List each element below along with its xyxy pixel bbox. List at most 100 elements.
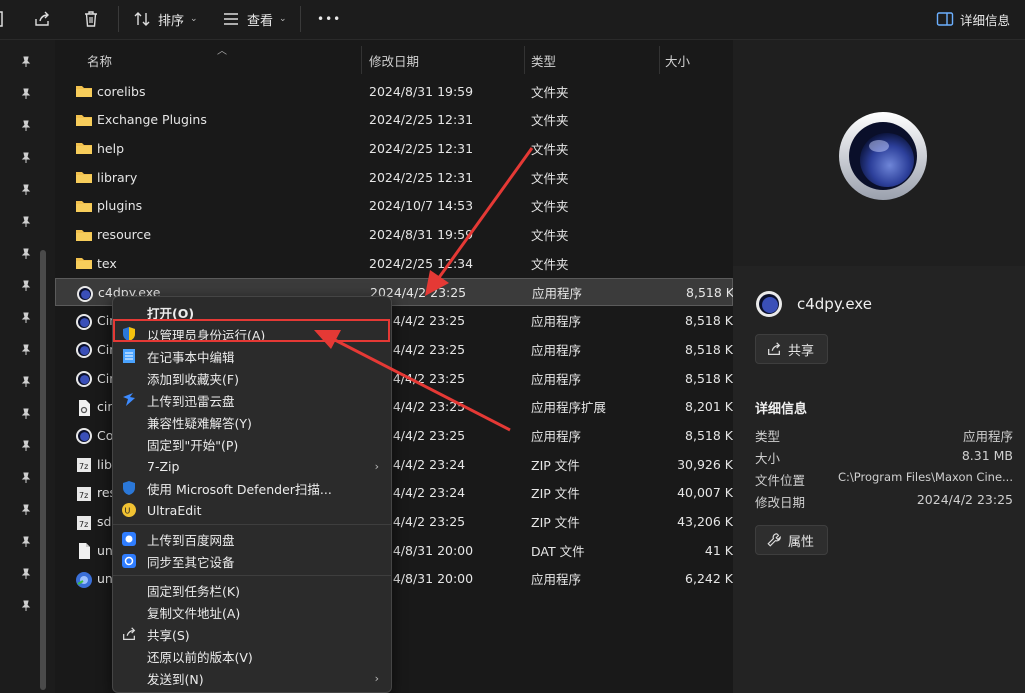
toolbar-divider bbox=[300, 6, 301, 32]
column-divider[interactable] bbox=[659, 46, 660, 74]
new-icon[interactable] bbox=[0, 8, 6, 30]
details-pane-icon bbox=[936, 12, 954, 26]
context-menu-item[interactable]: 固定到"开始"(P) bbox=[113, 433, 391, 455]
prop-value-location: C:\Program Files\Maxon Cine... bbox=[837, 470, 1013, 484]
file-preview bbox=[733, 40, 1025, 266]
pin-icon[interactable] bbox=[20, 376, 34, 390]
pin-icon[interactable] bbox=[20, 600, 34, 614]
column-header-name[interactable]: 名称 bbox=[87, 46, 112, 74]
file-size bbox=[656, 77, 733, 105]
file-size bbox=[656, 106, 733, 134]
pin-icon[interactable] bbox=[20, 216, 34, 230]
context-menu-label: 复制文件地址(A) bbox=[147, 605, 241, 621]
file-row[interactable]: tex 2024/2/25 12:34 文件夹 bbox=[55, 249, 733, 277]
context-menu-label: 在记事本中编辑 bbox=[147, 349, 235, 365]
pin-icon[interactable] bbox=[20, 344, 34, 358]
details-pane-toggle[interactable]: 详细信息 bbox=[936, 8, 1010, 30]
annotation-highlight-box bbox=[113, 319, 390, 342]
prop-label-location: 文件位置 bbox=[755, 473, 806, 488]
column-header-date[interactable]: 修改日期 bbox=[369, 46, 419, 74]
pin-icon[interactable] bbox=[20, 440, 34, 454]
context-menu-item[interactable]: 共享(S) bbox=[113, 623, 391, 645]
file-icon bbox=[75, 542, 93, 560]
pin-icon[interactable] bbox=[20, 536, 34, 550]
file-row[interactable]: corelibs 2024/8/31 19:59 文件夹 bbox=[55, 77, 733, 105]
share-toolbar-button[interactable] bbox=[33, 8, 51, 30]
pin-icon[interactable] bbox=[20, 152, 34, 166]
prop-label-modified: 修改日期 bbox=[755, 495, 806, 510]
delete-button[interactable] bbox=[82, 8, 100, 30]
context-menu-item[interactable]: 添加到收藏夹(F) bbox=[113, 367, 391, 389]
file-size bbox=[656, 192, 733, 220]
column-header-type[interactable]: 类型 bbox=[531, 46, 556, 74]
context-menu-label: 使用 Microsoft Defender扫描... bbox=[147, 481, 332, 497]
file-row[interactable]: plugins 2024/10/7 14:53 文件夹 bbox=[55, 192, 733, 220]
nav-scrollbar[interactable] bbox=[40, 250, 46, 690]
file-name: lib bbox=[97, 456, 112, 472]
context-menu-label: 固定到任务栏(K) bbox=[147, 583, 240, 599]
sort-icon bbox=[134, 12, 150, 26]
context-menu-item[interactable]: 复制文件地址(A) bbox=[113, 601, 391, 623]
file-size: 40,007 K bbox=[677, 485, 733, 501]
context-menu-item[interactable]: 固定到任务栏(K) bbox=[113, 579, 391, 601]
pin-icon[interactable] bbox=[20, 88, 34, 102]
pin-icon[interactable] bbox=[20, 248, 34, 262]
file-size bbox=[656, 221, 733, 249]
sort-button[interactable]: 排序 ⌄ bbox=[133, 8, 198, 30]
context-menu-item[interactable]: 上传到迅雷云盘 bbox=[113, 389, 391, 411]
file-name: help bbox=[97, 140, 125, 156]
cinema4d-file-icon bbox=[756, 291, 782, 317]
file-date: 2024/8/31 20:00 bbox=[369, 571, 474, 587]
context-menu-item[interactable]: U UltraEdit bbox=[113, 499, 391, 521]
context-menu-label: 兼容性疑难解答(Y) bbox=[147, 415, 252, 431]
pin-icon[interactable] bbox=[20, 56, 34, 70]
file-row[interactable]: resource 2024/8/31 19:59 文件夹 bbox=[55, 221, 733, 249]
pin-icon[interactable] bbox=[20, 280, 34, 294]
file-size: 30,926 K bbox=[677, 456, 733, 472]
context-menu-item[interactable]: 7-Zip › bbox=[113, 455, 391, 477]
context-menu-label: UltraEdit bbox=[147, 502, 202, 518]
context-menu-item[interactable]: 使用 Microsoft Defender扫描... bbox=[113, 477, 391, 499]
file-size: 8,201 K bbox=[685, 399, 733, 415]
file-row[interactable]: library 2024/2/25 12:31 文件夹 bbox=[55, 163, 733, 191]
file-size: 8,518 K bbox=[686, 285, 734, 301]
column-divider[interactable] bbox=[524, 46, 525, 74]
pin-icon[interactable] bbox=[20, 504, 34, 518]
file-row[interactable]: help 2024/2/25 12:31 文件夹 bbox=[55, 134, 733, 162]
chevron-right-icon: › bbox=[374, 671, 379, 685]
view-button[interactable]: 查看 ⌄ bbox=[222, 8, 287, 30]
file-type: 文件夹 bbox=[531, 170, 569, 186]
navigation-pane bbox=[0, 40, 50, 693]
context-menu-item[interactable]: 还原以前的版本(V) bbox=[113, 645, 391, 667]
file-date: 2024/4/2 23:25 bbox=[369, 313, 466, 329]
pin-icon[interactable] bbox=[20, 312, 34, 326]
file-type: 文件夹 bbox=[531, 84, 569, 100]
pin-icon[interactable] bbox=[20, 568, 34, 582]
toolbar-divider bbox=[118, 6, 119, 32]
pin-icon[interactable] bbox=[20, 120, 34, 134]
pin-icon[interactable] bbox=[20, 184, 34, 198]
properties-button[interactable]: 属性 bbox=[755, 525, 828, 555]
file-type: 应用程序 bbox=[531, 342, 582, 358]
context-menu-item[interactable]: 发送到(N) › bbox=[113, 667, 391, 689]
view-label: 查看 bbox=[247, 13, 274, 29]
context-menu-item[interactable]: 兼容性疑难解答(Y) bbox=[113, 411, 391, 433]
folder-icon bbox=[75, 83, 93, 99]
pin-icon[interactable] bbox=[20, 472, 34, 486]
uninstall-icon bbox=[75, 571, 93, 588]
cinema4d-icon bbox=[75, 427, 93, 445]
file-type: 应用程序 bbox=[531, 572, 582, 588]
file-row[interactable]: Exchange Plugins 2024/2/25 12:31 文件夹 bbox=[55, 106, 733, 134]
context-menu-item[interactable]: 在记事本中编辑 bbox=[113, 345, 391, 367]
file-name: tex bbox=[97, 255, 117, 271]
baidu-icon bbox=[121, 531, 137, 547]
column-divider[interactable] bbox=[361, 46, 362, 74]
details-share-button[interactable]: 共享 bbox=[755, 334, 828, 364]
pin-icon[interactable] bbox=[20, 408, 34, 422]
more-options-button[interactable]: ••• bbox=[317, 8, 341, 30]
file-date: 2024/4/2 23:25 bbox=[369, 341, 466, 357]
context-menu-item[interactable]: 上传到百度网盘 bbox=[113, 528, 391, 550]
column-header-size[interactable]: 大小 bbox=[665, 46, 690, 74]
context-menu-item[interactable]: 同步至其它设备 bbox=[113, 550, 391, 572]
file-date: 2024/8/31 19:59 bbox=[369, 83, 474, 99]
